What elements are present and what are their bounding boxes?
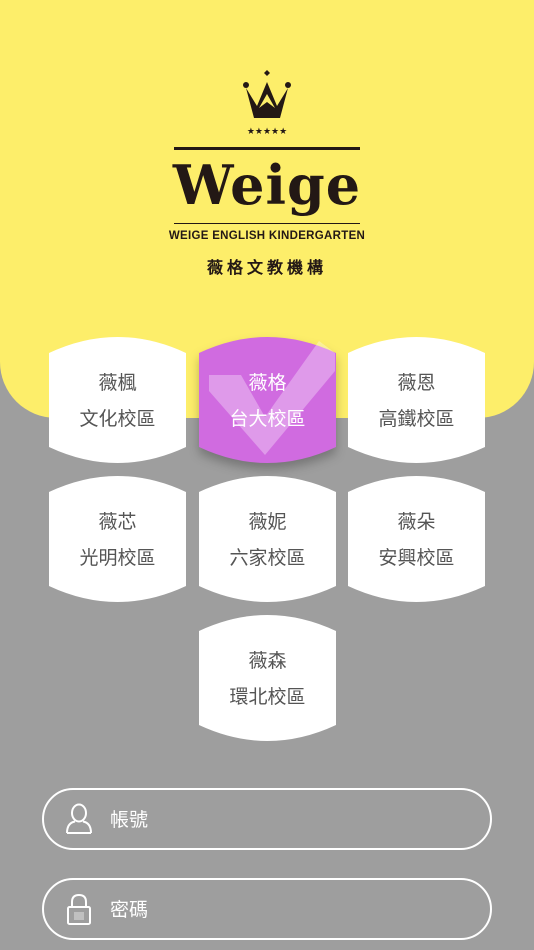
campus-button-huanbei[interactable]: 薇森 環北校區: [199, 615, 336, 741]
account-input[interactable]: [108, 800, 472, 840]
brand-subtitle: WEIGE ENGLISH KINDERGARTEN: [168, 230, 366, 242]
campus-name: 薇格: [248, 372, 287, 394]
campus-area: 文化校區: [79, 408, 156, 430]
logo-rule-bottom: [174, 223, 360, 224]
user-icon: [66, 803, 92, 834]
campus-area: 六家校區: [229, 547, 306, 569]
campus-button-liujia[interactable]: 薇妮 六家校區: [199, 476, 336, 602]
campus-area: 環北校區: [229, 686, 306, 708]
campus-name: 薇森: [248, 650, 287, 672]
campus-name: 薇楓: [98, 372, 137, 394]
campus-name: 薇恩: [397, 372, 436, 394]
campus-area: 光明校區: [79, 547, 156, 569]
campus-name: 薇妮: [248, 511, 287, 533]
campus-area: 安興校區: [378, 547, 455, 569]
brand-chinese-name: 薇格文教機構: [206, 258, 327, 277]
weige-logo: ★★★★★ Weige WEIGE ENGLISH KINDERGARTEN 薇…: [0, 0, 534, 300]
crown-icon: ★★★★★: [243, 70, 291, 137]
brand-name: Weige: [172, 153, 362, 217]
campus-button-taida[interactable]: 薇格 台大校區: [199, 337, 336, 463]
campus-button-gaotie[interactable]: 薇恩 高鐵校區: [348, 337, 485, 463]
crown-stars: ★★★★★: [247, 127, 287, 137]
lock-icon: [67, 893, 91, 925]
campus-area: 台大校區: [229, 408, 306, 430]
campus-name: 薇朵: [397, 511, 436, 533]
campus-area: 高鐵校區: [378, 408, 455, 430]
campus-button-wenhua[interactable]: 薇楓 文化校區: [49, 337, 186, 463]
campus-button-anxing[interactable]: 薇朵 安興校區: [348, 476, 485, 602]
password-input[interactable]: [108, 890, 472, 930]
account-field[interactable]: [42, 788, 492, 850]
campus-button-guangming[interactable]: 薇芯 光明校區: [49, 476, 186, 602]
campus-name: 薇芯: [98, 511, 137, 533]
password-field[interactable]: [42, 878, 492, 940]
